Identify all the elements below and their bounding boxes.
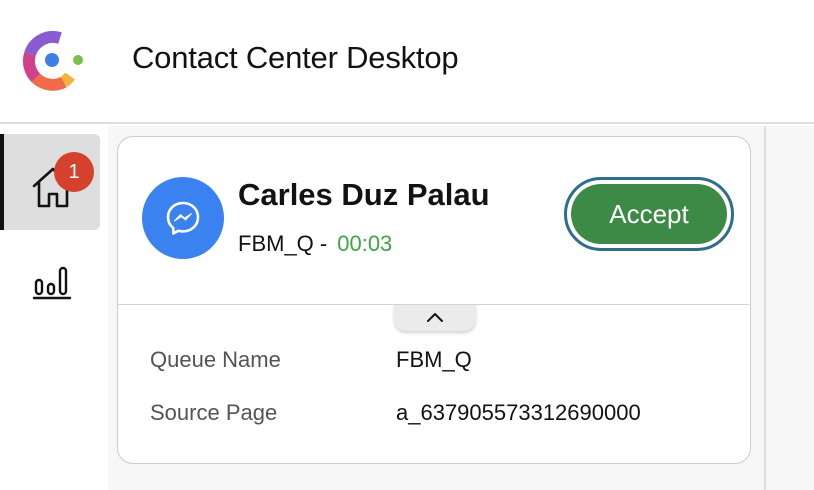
right-panel: [766, 126, 814, 490]
detail-value-source-page: a_637905573312690000: [396, 400, 641, 425]
nav-item-home[interactable]: 1: [0, 134, 100, 230]
facebook-messenger-icon: [166, 201, 200, 235]
webex-contact-center-logo: [22, 30, 83, 91]
active-indicator: [0, 134, 4, 230]
detail-label-queue-name: Queue Name: [150, 347, 281, 372]
bar-chart-icon: [32, 266, 72, 300]
accept-button-label: Accept: [571, 184, 727, 244]
nav-item-statistics[interactable]: [0, 254, 100, 310]
chevron-up-icon: [427, 313, 443, 322]
left-nav: 1: [0, 126, 108, 490]
detail-label-source-page: Source Page: [150, 400, 278, 425]
app-title: Contact Center Desktop: [132, 40, 459, 75]
channel-avatar: [142, 177, 224, 259]
task-card-header: Carles Duz Palau FBM_Q - 00:03 Accept: [118, 137, 749, 305]
notification-badge: 1: [54, 152, 94, 192]
collapse-details-toggle[interactable]: [394, 305, 476, 331]
top-bar: Contact Center Desktop: [0, 0, 814, 124]
accept-button[interactable]: Accept: [564, 177, 734, 251]
queue-label: FBM_Q -: [238, 231, 328, 256]
incoming-task-card: Carles Duz Palau FBM_Q - 00:03 Accept Que…: [117, 136, 751, 464]
detail-value-queue-name: FBM_Q: [396, 347, 472, 372]
task-timer: 00:03: [337, 231, 393, 256]
queue-line: FBM_Q - 00:03: [238, 231, 392, 257]
customer-name: Carles Duz Palau: [238, 177, 490, 212]
